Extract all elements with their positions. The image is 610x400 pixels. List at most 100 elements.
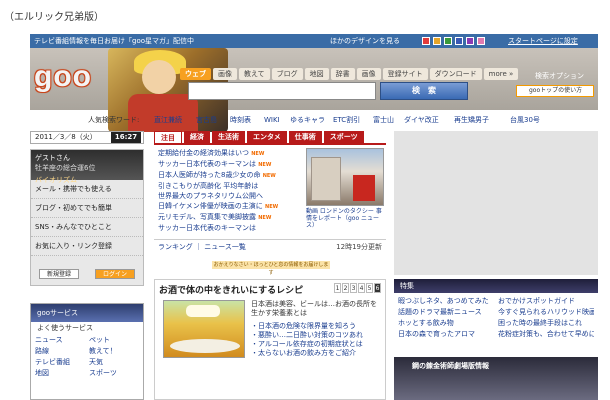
tab-oshiete[interactable]: 教えて	[239, 68, 270, 80]
news-headline[interactable]: 定期給付金の経済効果はいつ	[158, 149, 249, 157]
feature-link[interactable]: 今すぐ見られるハリウッド映画	[498, 307, 594, 318]
feature-link[interactable]: 暇つぶしネタ、あつめてみた	[398, 296, 494, 307]
design-swatch-icon[interactable]	[433, 37, 441, 45]
tab-image-2[interactable]: 画像	[356, 68, 381, 80]
date-box: 2011／3／8（火） 16:27	[30, 131, 144, 144]
feature-link[interactable]: おでかけスポットガイド	[498, 296, 594, 307]
search-button[interactable]: 検 索	[380, 82, 468, 100]
news-headline[interactable]: サッカー日本代表のキーマンは	[158, 224, 256, 232]
tab-dictionary[interactable]: 辞書	[330, 68, 355, 80]
topic-photo[interactable]	[163, 300, 245, 358]
news-headline[interactable]: サッカー日本代表のキーマンは	[158, 160, 256, 168]
set-startpage-link[interactable]: スタートページに設定	[508, 34, 578, 48]
news-headline[interactable]: 日本人医師が持った8歳少女の命	[158, 171, 260, 179]
horoscope-text[interactable]: 牡羊座の総合運6位	[35, 163, 139, 173]
tab-image[interactable]: 画像	[213, 68, 237, 80]
service-link[interactable]: スポーツ	[89, 368, 143, 379]
design-swatch-icon[interactable]	[422, 37, 430, 45]
service-link[interactable]: 天気	[89, 357, 143, 368]
tab-entertainment[interactable]: エンタメ	[247, 131, 287, 143]
feature-link[interactable]: 花粉症対策も、合わせて早めに	[498, 329, 594, 340]
keyword-link[interactable]: 富士山	[373, 114, 394, 126]
news-item[interactable]: 元リモデル、写真集で美脚披露 NEW	[158, 212, 304, 223]
menu-sns[interactable]: SNS・みんなでひとこと	[31, 218, 143, 237]
tab-download[interactable]: ダウンロード	[429, 68, 482, 80]
keyword-link[interactable]: 宮古島	[196, 114, 217, 126]
design-swatch-icon[interactable]	[455, 37, 463, 45]
goo-top-guide-button[interactable]: gooトップの使い方	[516, 85, 594, 97]
tab-blog[interactable]: ブログ	[271, 68, 303, 80]
news-headline[interactable]: 日韓イケメン俳優が映画の主演に	[158, 202, 263, 210]
register-button[interactable]: 新規登録	[39, 269, 79, 279]
topic-title[interactable]: お酒で体の中をきれいにするレシピ	[159, 283, 303, 296]
keyword-link[interactable]: 時刻表	[230, 114, 251, 126]
tab-more[interactable]: more »	[483, 68, 519, 80]
design-swatch-icon[interactable]	[466, 37, 474, 45]
page-button[interactable]: 4	[358, 283, 365, 293]
tab-web[interactable]: ウェブ	[180, 68, 211, 80]
design-swatch-icon[interactable]	[444, 37, 452, 45]
promo-link[interactable]: テレビ番組情報を毎日お届け「goo星マガ」配信中	[34, 34, 194, 48]
tab-lifestyle[interactable]: 生活術	[212, 131, 245, 143]
menu-mail[interactable]: メール・携帯でも使える	[31, 180, 143, 199]
search-input[interactable]	[188, 82, 376, 100]
topic-link[interactable]: ・日本酒の危険な限界量を知ろう	[251, 322, 383, 331]
topic-link[interactable]: ・アルコール依存症の初期症状とは	[251, 340, 383, 349]
news-photo[interactable]	[306, 148, 384, 206]
news-item[interactable]: 引きこもりが高齢化 平均年齢は	[158, 181, 304, 191]
keyword-link[interactable]: 直江兼続	[154, 114, 182, 126]
tab-economy[interactable]: 経済	[184, 131, 210, 143]
news-headline[interactable]: 元リモデル、写真集で美脚披露	[158, 213, 256, 221]
tab-work[interactable]: 仕事術	[288, 131, 322, 143]
ad-placeholder[interactable]	[394, 131, 598, 275]
feature-link[interactable]: 話題のドラマ最新ニュース	[398, 307, 494, 318]
design-link[interactable]: ほかのデザインを見る	[330, 34, 400, 48]
page-button[interactable]: 5	[366, 283, 373, 293]
service-link[interactable]: ニュース	[35, 335, 89, 346]
page-button[interactable]: 1	[334, 283, 341, 293]
top-bar: テレビ番組情報を毎日お届け「goo星マガ」配信中 ほかのデザインを見る スタート…	[30, 34, 598, 48]
news-item[interactable]: 日韓イケメン俳優が映画の主演に NEW	[158, 201, 304, 212]
news-photo-caption[interactable]: 動画 ロンドンのタクシー 事情をレポート（goo ニュース）	[306, 208, 384, 229]
page-button[interactable]: 2	[342, 283, 349, 293]
keyword-link[interactable]: 再生矯男子	[454, 114, 489, 126]
service-link[interactable]: 路線	[35, 346, 89, 357]
news-item[interactable]: 世界最大のプラネタリウム公開へ	[158, 191, 304, 201]
keyword-link[interactable]: 台風30号	[510, 114, 540, 126]
feature-link[interactable]: 困った時の最終手段はこれ	[498, 318, 594, 329]
service-link[interactable]: 教えて！	[89, 346, 143, 357]
movie-banner[interactable]: 鋼の錬金術師劇場版情報	[394, 357, 598, 400]
news-headline[interactable]: 引きこもりが高齢化 平均年齢は	[158, 182, 258, 190]
service-link[interactable]: ペット	[89, 335, 143, 346]
news-headline[interactable]: 世界最大のプラネタリウム公開へ	[158, 192, 263, 200]
search-options-link[interactable]: 検索オプション	[535, 71, 584, 81]
news-item[interactable]: 日本人医師が持った8歳少女の命 NEW	[158, 170, 304, 181]
news-item[interactable]: 定期給付金の経済効果はいつ NEW	[158, 148, 304, 159]
topic-link[interactable]: ・太らないお酒の飲み方をご紹介	[251, 349, 383, 358]
keyword-link[interactable]: ETC割引	[333, 114, 360, 126]
login-button[interactable]: ログイン	[95, 269, 135, 279]
news-item[interactable]: サッカー日本代表のキーマンは NEW	[158, 159, 304, 170]
news-ranking-links[interactable]: ランキング ｜ ニュース一覧	[158, 240, 246, 254]
tab-sports[interactable]: スポーツ	[323, 131, 364, 143]
service-link[interactable]: テレビ番組	[35, 357, 89, 368]
clock-time: 16:27	[111, 132, 141, 143]
page-button[interactable]: 3	[350, 283, 357, 293]
keyword-link[interactable]: WIKI	[264, 114, 280, 126]
news-item[interactable]: サッカー日本代表のキーマンは	[158, 223, 304, 233]
tab-registered-sites[interactable]: 登録サイト	[382, 68, 428, 80]
ad-strip[interactable]: おかえりなさい・ほっとひと息の情報をお届けします	[212, 261, 330, 276]
keyword-link[interactable]: ダイヤ改正	[404, 114, 439, 126]
service-link[interactable]: 地図	[35, 368, 89, 379]
page-button-current[interactable]: 6	[374, 283, 381, 293]
feature-link[interactable]: ホッとする飲み物	[398, 318, 494, 329]
keyword-link[interactable]: ゆるキャラ	[290, 114, 325, 126]
design-swatch-icon[interactable]	[477, 37, 485, 45]
menu-blog[interactable]: ブログ・初めてでも簡単	[31, 199, 143, 218]
menu-bookmarks[interactable]: お気に入り・リンク登録	[31, 237, 143, 256]
tab-featured[interactable]: 注目	[154, 131, 182, 143]
topic-link[interactable]: ・悪酔い…二日酔い対策のコツあれ	[251, 331, 383, 340]
tab-map[interactable]: 地図	[304, 68, 329, 80]
feature-link[interactable]: 日本の森で育ったアロマ	[398, 329, 494, 340]
goo-logo[interactable]: goo	[34, 60, 92, 94]
